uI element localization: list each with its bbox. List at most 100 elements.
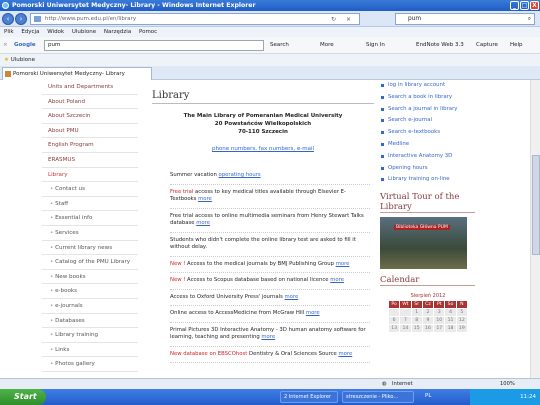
- help-button[interactable]: Help: [510, 37, 523, 54]
- calendar-day[interactable]: 3: [433, 308, 446, 318]
- close-button[interactable]: X: [530, 1, 539, 10]
- news-link[interactable]: more: [339, 351, 353, 357]
- news-link[interactable]: more: [261, 334, 275, 340]
- quick-link[interactable]: Search e-journal: [380, 115, 475, 127]
- calendar-day[interactable]: 5: [455, 308, 469, 318]
- calendar-day[interactable]: [387, 308, 401, 318]
- calendar-day-header: So: [444, 300, 457, 310]
- news-link[interactable]: more: [198, 196, 212, 202]
- news-link[interactable]: more: [306, 310, 320, 316]
- calendar-day[interactable]: 15: [410, 324, 423, 334]
- forward-icon[interactable]: ›: [15, 13, 27, 25]
- calendar-day[interactable]: 14: [399, 324, 412, 334]
- sidebar-item[interactable]: New books: [42, 270, 138, 285]
- menu-plik[interactable]: Plik: [4, 29, 14, 35]
- task-document[interactable]: streszczenie - Pliko...: [342, 391, 414, 403]
- menu-narzedzia[interactable]: Narzędzia: [104, 29, 131, 35]
- sidebar-item[interactable]: e-books: [42, 284, 138, 299]
- calendar-day[interactable]: 4: [444, 308, 457, 318]
- news-link[interactable]: more: [336, 261, 350, 267]
- sidebar-item[interactable]: Databases: [42, 314, 138, 329]
- more-button[interactable]: More: [320, 37, 334, 54]
- calendar-day[interactable]: 11: [444, 316, 457, 326]
- close-toolbar-icon[interactable]: ×: [3, 37, 8, 54]
- news-link[interactable]: more: [196, 220, 210, 226]
- google-search-input[interactable]: pum: [44, 40, 264, 51]
- calendar-day[interactable]: [399, 308, 412, 318]
- sidebar-item[interactable]: About Poland: [42, 95, 138, 110]
- calendar-day[interactable]: 1: [410, 308, 423, 318]
- zoom-level[interactable]: 100%: [500, 379, 515, 389]
- sidebar-item[interactable]: Catalog of the PMU Library: [42, 255, 138, 270]
- url-input[interactable]: http://www.pum.edu.pl/en/library ↻ ×: [30, 13, 360, 25]
- google-logo: Google: [14, 42, 36, 48]
- menu-ulubione[interactable]: Ulubione: [72, 29, 96, 35]
- back-icon[interactable]: ‹: [2, 13, 14, 25]
- calendar-day[interactable]: 17: [433, 324, 446, 334]
- quick-link[interactable]: log in library account: [380, 80, 475, 92]
- sidebar-item[interactable]: Photos gallery: [42, 357, 138, 372]
- quick-link[interactable]: Search a journal in library: [380, 104, 475, 116]
- capture-button[interactable]: Capture: [476, 37, 498, 54]
- sign-in-button[interactable]: Sign In: [366, 37, 385, 54]
- phone-link[interactable]: phone numbers, fax numbers, e-mail: [152, 146, 374, 152]
- calendar-day[interactable]: 6: [387, 316, 401, 326]
- sidebar-item[interactable]: Units and Departments: [42, 80, 138, 95]
- sidebar-item[interactable]: Services: [42, 226, 138, 241]
- calendar-day[interactable]: 12: [455, 316, 469, 326]
- calendar-day[interactable]: 8: [410, 316, 423, 326]
- calendar-day-header: Cz: [421, 300, 435, 310]
- virtual-tour-image[interactable]: Biblioteka Główna PUM: [380, 217, 467, 270]
- news-link[interactable]: operating hours: [219, 172, 261, 178]
- menu-widok[interactable]: Widok: [47, 29, 64, 35]
- refresh-icon[interactable]: ↻: [331, 15, 336, 25]
- maximize-button[interactable]: □: [520, 1, 529, 10]
- quick-link[interactable]: Opening hours: [380, 163, 475, 175]
- address-line3: 70-110 Szczecin: [238, 129, 288, 135]
- quick-link[interactable]: Search e-textbooks: [380, 127, 475, 139]
- calendar-day[interactable]: 16: [421, 324, 435, 334]
- news-link[interactable]: more: [285, 294, 299, 300]
- sidebar-item[interactable]: ERASMUS: [42, 153, 138, 168]
- favorites-label[interactable]: Ulubione: [11, 57, 35, 63]
- calendar-day[interactable]: 18: [444, 324, 457, 334]
- sidebar-item[interactable]: Library training: [42, 328, 138, 343]
- sidebar-item[interactable]: Essential info: [42, 211, 138, 226]
- calendar-day[interactable]: 19: [455, 324, 469, 334]
- language-indicator[interactable]: PL: [425, 393, 431, 399]
- calendar-day[interactable]: 9: [421, 316, 435, 326]
- quick-link[interactable]: Interactive Anatomy 3D: [380, 151, 475, 163]
- sidebar-item[interactable]: Contact us: [42, 182, 138, 197]
- quick-link[interactable]: Medline: [380, 139, 475, 151]
- minimize-button[interactable]: _: [510, 1, 519, 10]
- browser-search-input[interactable]: pum ⌕: [395, 13, 535, 25]
- star-icon[interactable]: ★: [4, 57, 9, 63]
- vertical-scrollbar[interactable]: [530, 80, 540, 389]
- quick-link[interactable]: Library training on-line: [380, 174, 475, 186]
- sidebar-item[interactable]: Current library news: [42, 241, 138, 256]
- news-link[interactable]: more: [330, 277, 344, 283]
- sidebar-item[interactable]: Library: [42, 168, 138, 183]
- scroll-thumb[interactable]: [532, 155, 540, 255]
- task-ie[interactable]: 2 Internet Explorer: [280, 391, 338, 403]
- google-search-button[interactable]: Search: [270, 37, 289, 54]
- library-address: The Main Library of Pomeranian Medical U…: [152, 112, 374, 136]
- search-icon[interactable]: ⌕: [528, 14, 531, 24]
- calendar-day[interactable]: 7: [399, 316, 412, 326]
- sidebar-item[interactable]: About Szczecin: [42, 109, 138, 124]
- calendar-day[interactable]: 2: [421, 308, 435, 318]
- calendar-day[interactable]: 10: [433, 316, 446, 326]
- quick-link[interactable]: Search a book in library: [380, 92, 475, 104]
- sidebar-item[interactable]: Staff: [42, 197, 138, 212]
- sidebar-item[interactable]: English Program: [42, 138, 138, 153]
- sidebar-item[interactable]: e-journals: [42, 299, 138, 314]
- sidebar-item[interactable]: Links: [42, 343, 138, 358]
- menu-edycja[interactable]: Edycja: [21, 29, 39, 35]
- calendar-day[interactable]: 13: [387, 324, 401, 334]
- stop-icon[interactable]: ×: [346, 15, 351, 25]
- menu-pomoc[interactable]: Pomoc: [139, 29, 157, 35]
- sidebar-item[interactable]: About PMU: [42, 124, 138, 139]
- tab-library[interactable]: Pomorski Uniwersytet Medyczny- Library: [2, 67, 152, 80]
- endnote-button[interactable]: EndNote Web 3.3: [416, 37, 464, 54]
- start-button[interactable]: Start: [0, 389, 46, 405]
